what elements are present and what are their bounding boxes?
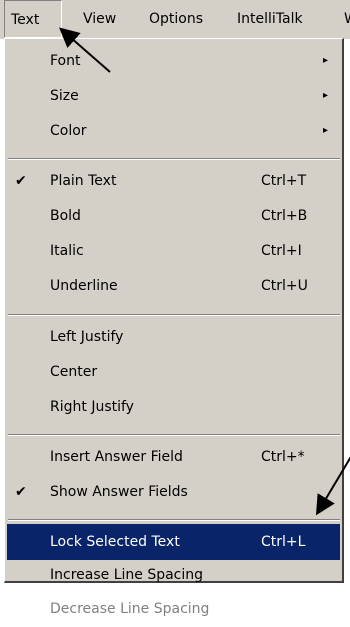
menu-intellitalk[interactable]: IntelliTalk — [234, 0, 303, 38]
menu-separator — [8, 519, 340, 521]
menu-item-label: Right Justify — [50, 399, 134, 415]
menu-item-plain-text[interactable]: ✔ Plain Text Ctrl+T — [7, 163, 340, 199]
menu-item-left-justify[interactable]: Left Justify — [7, 319, 340, 355]
menu-item-italic[interactable]: Italic Ctrl+I — [7, 233, 340, 269]
menu-separator — [8, 434, 340, 436]
menu-item-label: Size — [50, 88, 79, 104]
submenu-arrow-icon: ▸ — [323, 55, 329, 66]
menu-item-right-justify[interactable]: Right Justify — [7, 389, 340, 425]
submenu-arrow-icon: ▸ — [323, 125, 329, 136]
menu-text[interactable]: Text — [4, 0, 62, 38]
menu-bar: Text View Options IntelliTalk W — [0, 0, 350, 39]
menu-item-show-answer-fields[interactable]: ✔ Show Answer Fields — [7, 474, 340, 510]
menu-item-insert-answer-field[interactable]: Insert Answer Field Ctrl+* — [7, 439, 340, 475]
menu-item-label: Italic — [50, 243, 84, 259]
menu-options[interactable]: Options — [146, 0, 203, 38]
menu-item-label: Bold — [50, 208, 81, 224]
menu-item-label: Font — [50, 53, 81, 69]
menu-window-partial[interactable]: W — [341, 0, 350, 38]
text-dropdown-menu: Font ▸ Size ▸ Color ▸ ✔ Plain Text Ctrl+… — [4, 38, 344, 617]
menu-item-font[interactable]: Font ▸ — [7, 43, 340, 79]
menu-item-increase-line-spacing[interactable]: Increase Line Spacing — [7, 557, 340, 593]
menu-item-bold[interactable]: Bold Ctrl+B — [7, 198, 340, 234]
menu-item-shortcut: Ctrl+T — [261, 173, 307, 189]
menu-item-lock-selected-text[interactable]: Lock Selected Text Ctrl+L — [7, 524, 340, 560]
menu-item-decrease-line-spacing: Decrease Line Spacing — [7, 591, 340, 627]
menu-view[interactable]: View — [80, 0, 116, 38]
menu-item-label: Show Answer Fields — [50, 484, 188, 500]
menu-item-label: Center — [50, 364, 98, 380]
menu-item-label: Plain Text — [50, 173, 117, 189]
menu-item-shortcut: Ctrl+* — [261, 449, 305, 465]
menu-item-label: Decrease Line Spacing — [50, 601, 210, 617]
menu-item-shortcut: Ctrl+I — [261, 243, 302, 259]
menu-item-shortcut: Ctrl+L — [261, 534, 306, 550]
menu-item-label: Color — [50, 123, 87, 139]
check-icon: ✔ — [15, 173, 27, 189]
menu-item-label: Underline — [50, 278, 118, 294]
menu-item-shortcut: Ctrl+B — [261, 208, 308, 224]
menu-item-size[interactable]: Size ▸ — [7, 78, 340, 114]
menu-item-label: Increase Line Spacing — [50, 567, 204, 583]
menu-item-label: Insert Answer Field — [50, 449, 183, 465]
menu-item-shortcut: Ctrl+U — [261, 278, 308, 294]
menu-separator — [8, 314, 340, 316]
menu-separator — [8, 158, 340, 160]
menu-item-label: Lock Selected Text — [50, 534, 180, 550]
menu-item-color[interactable]: Color ▸ — [7, 113, 340, 149]
menu-item-center[interactable]: Center — [7, 354, 340, 390]
menu-item-underline[interactable]: Underline Ctrl+U — [7, 268, 340, 304]
menu-item-label: Left Justify — [50, 329, 124, 345]
check-icon: ✔ — [15, 484, 27, 500]
submenu-arrow-icon: ▸ — [323, 90, 329, 101]
